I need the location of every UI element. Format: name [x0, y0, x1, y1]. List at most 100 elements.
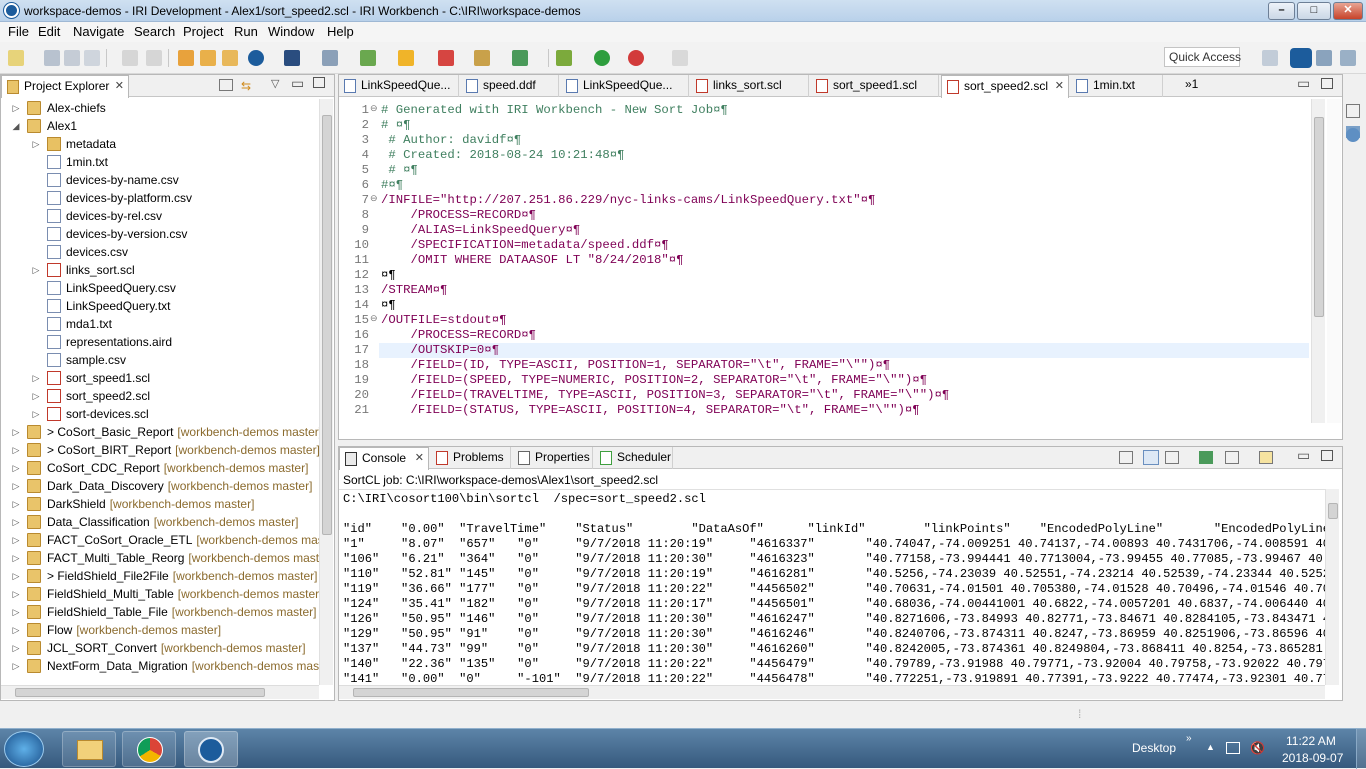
git-perspective-icon[interactable] — [1316, 50, 1332, 66]
expand-arrow-icon[interactable]: ▷ — [11, 441, 21, 459]
console-minimize-icon[interactable]: ▭ — [1297, 447, 1310, 464]
run-icon[interactable] — [594, 50, 610, 66]
tree-item[interactable]: sample.csv — [1, 351, 319, 369]
tree-item[interactable]: ▷ > FieldShield_File2File [workbench-demos… — [1, 567, 319, 585]
restore-view-icon[interactable] — [1346, 104, 1360, 118]
menu-run[interactable]: Run — [234, 24, 258, 39]
tree-item[interactable]: ▷ Flow [workbench-demos master] — [1, 621, 319, 639]
expand-arrow-icon[interactable]: ▷ — [11, 639, 21, 657]
tree-item[interactable]: mda1.txt — [1, 315, 319, 333]
maximize-view-icon[interactable] — [313, 77, 325, 88]
menu-file[interactable]: File — [8, 24, 29, 39]
redo-icon[interactable] — [146, 50, 162, 66]
close-icon[interactable]: ✕ — [115, 76, 124, 96]
open-console-icon[interactable] — [1259, 451, 1273, 464]
minimize-view-icon[interactable]: ▭ — [291, 75, 304, 92]
expand-arrow-icon[interactable]: ▷ — [31, 387, 41, 405]
tree-item[interactable]: devices.csv — [1, 243, 319, 261]
explorer-taskbar-button[interactable] — [62, 731, 116, 767]
tree-item[interactable]: devices-by-platform.csv — [1, 189, 319, 207]
expand-arrow-icon[interactable]: ▷ — [11, 567, 21, 585]
menu-help[interactable]: Help — [327, 24, 354, 39]
console-output[interactable]: C:\IRI\cosort100\bin\sortcl /spec=sort_s… — [339, 489, 1325, 685]
expand-arrow-icon[interactable]: ▷ — [31, 405, 41, 423]
close-icon[interactable]: ✕ — [415, 448, 424, 468]
tree-item[interactable]: ▷ FieldShield_Table_File [workbench-demos … — [1, 603, 319, 621]
shield-icon[interactable] — [398, 50, 414, 66]
tab-problems[interactable]: Problems — [431, 447, 511, 469]
fold-icon[interactable]: ⊖ — [370, 103, 378, 114]
tree-item[interactable]: ▷ FACT_CoSort_Oracle_ETL [workbench-demos … — [1, 531, 319, 549]
expand-arrow-icon[interactable]: ▷ — [11, 99, 21, 117]
desktop-toolbar-label[interactable]: Desktop — [1132, 741, 1176, 755]
close-button[interactable]: ✕ — [1333, 2, 1363, 20]
code-editor[interactable]: 1 ⊖ # Generated with IRI Workbench - New S… — [339, 99, 1311, 423]
tree-item[interactable]: representations.aird — [1, 333, 319, 351]
view-menu-icon[interactable]: ▽ — [271, 77, 279, 90]
expand-arrow-icon[interactable]: ▷ — [31, 369, 41, 387]
tree-item[interactable]: ▷ > CoSort_BIRT_Report [workbench-demos ma… — [1, 441, 319, 459]
tab-properties[interactable]: Properties — [513, 447, 593, 469]
display-console-icon[interactable] — [1225, 451, 1239, 464]
expand-arrow-icon[interactable]: ▷ — [31, 135, 41, 153]
maximize-button[interactable]: □ — [1297, 2, 1331, 20]
link-editor-icon[interactable]: ⇆ — [241, 79, 255, 93]
print-icon[interactable] — [84, 50, 100, 66]
clock-time[interactable]: 11:22 AM — [1286, 734, 1336, 748]
database-icon[interactable] — [360, 50, 376, 66]
import-icon[interactable] — [200, 50, 216, 66]
show-hidden-icons-icon[interactable]: ▲ — [1206, 742, 1215, 752]
expand-arrow-icon[interactable]: ▷ — [11, 657, 21, 675]
clear-console-icon[interactable] — [1119, 451, 1133, 464]
new-icon[interactable] — [8, 50, 24, 66]
tree-horizontal-scrollbar[interactable] — [1, 685, 319, 699]
tree-item[interactable]: ▷ NextForm_Data_Migration [workbench-demos… — [1, 657, 319, 675]
quick-access-input[interactable]: Quick Access — [1164, 47, 1241, 67]
tree-item[interactable]: ▷ Alex-chiefs — [1, 99, 319, 117]
editor-vertical-scrollbar[interactable] — [1311, 99, 1325, 423]
expand-arrow-icon[interactable]: ▷ — [11, 585, 21, 603]
iri-perspective-icon[interactable] — [1290, 48, 1312, 68]
tree-item[interactable]: ◢ Alex1 — [1, 117, 319, 135]
tree-vertical-scrollbar[interactable] — [319, 99, 333, 685]
tree-item[interactable]: 1min.txt — [1, 153, 319, 171]
word-wrap-icon[interactable] — [1165, 451, 1179, 464]
tree-item[interactable]: ▷ FACT_Multi_Table_Reorg [workbench-demos … — [1, 549, 319, 567]
more-tabs-indicator[interactable]: »1 — [1185, 77, 1198, 91]
menu-navigate[interactable]: Navigate — [73, 24, 124, 39]
tree-item[interactable]: ▷ DarkShield [workbench-demos master] — [1, 495, 319, 513]
tab-project-explorer[interactable]: Project Explorer ✕ — [1, 75, 129, 98]
tree-item[interactable]: ▷ CoSort_CDC_Report [workbench-demos maste… — [1, 459, 319, 477]
open-perspective-icon[interactable] — [1262, 50, 1278, 66]
editor-tab[interactable]: sort_speed1.scl — [811, 75, 939, 97]
clock-date[interactable]: 2018-09-07 — [1282, 751, 1343, 765]
expand-arrow-icon[interactable]: ▷ — [11, 477, 21, 495]
console-maximize-icon[interactable] — [1321, 450, 1333, 461]
expand-arrow-icon[interactable]: ◢ — [11, 117, 21, 135]
console-vertical-scrollbar[interactable] — [1325, 489, 1339, 685]
menu-window[interactable]: Window — [268, 24, 314, 39]
expand-arrow-icon[interactable]: ▷ — [11, 513, 21, 531]
minimize-button[interactable]: – — [1268, 2, 1295, 20]
editor-tab[interactable]: LinkSpeedQue... — [561, 75, 689, 97]
folder-open-icon[interactable] — [178, 50, 194, 66]
save-all-icon[interactable] — [64, 50, 80, 66]
expand-arrow-icon[interactable]: ▷ — [31, 261, 41, 279]
external-tools-icon[interactable] — [628, 50, 644, 66]
save-icon[interactable] — [44, 50, 60, 66]
close-icon[interactable]: ✕ — [1055, 76, 1064, 96]
fold-icon[interactable]: ⊖ — [370, 313, 378, 324]
iri-icon[interactable] — [248, 50, 264, 66]
tool-icon[interactable] — [322, 50, 338, 66]
expand-arrow-icon[interactable]: ▷ — [11, 531, 21, 549]
expand-arrow-icon[interactable]: ▷ — [11, 495, 21, 513]
expand-arrow-icon[interactable]: ▷ — [11, 423, 21, 441]
chrome-taskbar-button[interactable] — [122, 731, 176, 767]
tree-item[interactable]: ▷ FieldShield_Multi_Table [workbench-demos… — [1, 585, 319, 603]
debug-icon[interactable] — [556, 50, 572, 66]
console-horizontal-scrollbar[interactable] — [339, 685, 1325, 699]
tree-item[interactable]: LinkSpeedQuery.txt — [1, 297, 319, 315]
menu-edit[interactable]: Edit — [38, 24, 60, 39]
volume-muted-icon[interactable]: 🔇 — [1250, 741, 1265, 755]
editor-minimize-icon[interactable]: ▭ — [1297, 75, 1310, 92]
